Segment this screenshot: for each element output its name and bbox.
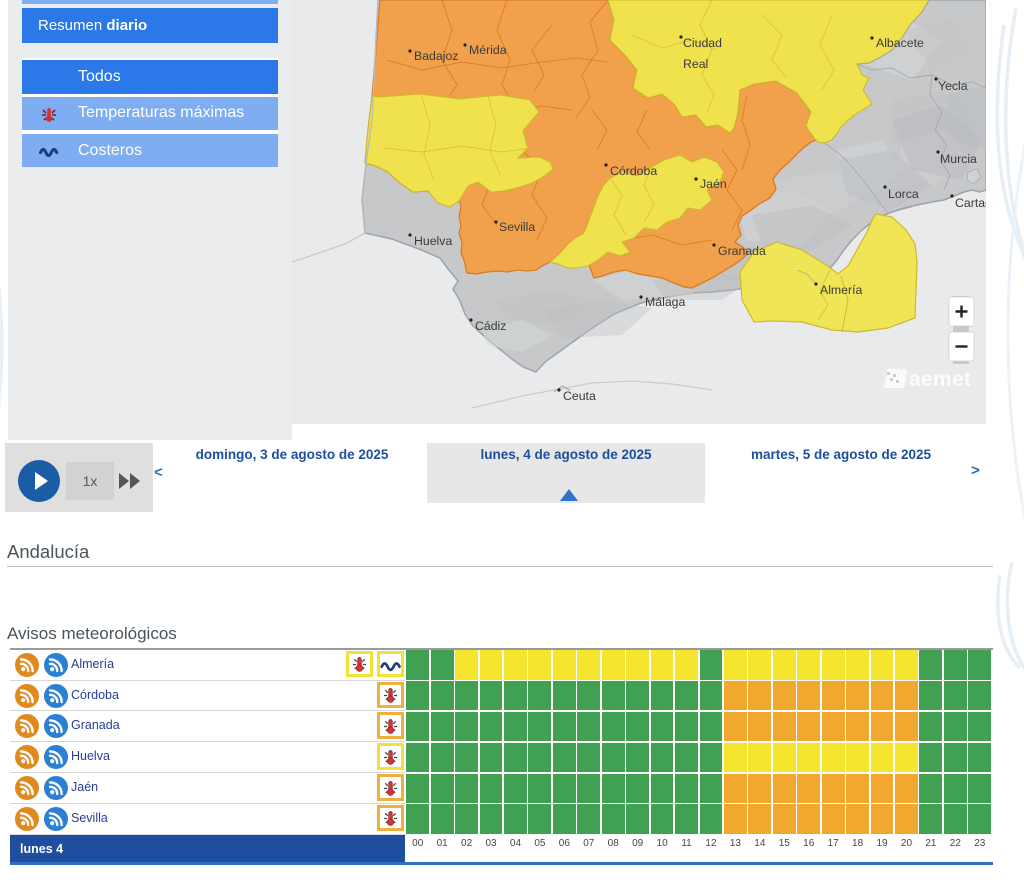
svg-text:Yecla: Yecla (938, 79, 968, 93)
svg-text:Huelva: Huelva (414, 234, 452, 248)
svg-text:Albacete: Albacete (876, 36, 924, 50)
svg-text:Málaga: Málaga (645, 295, 685, 309)
svg-text:Sevilla: Sevilla (499, 220, 535, 234)
svg-text:Granada: Granada (718, 244, 766, 258)
svg-text:Mérida: Mérida (469, 43, 507, 57)
svg-text:Córdoba: Córdoba (610, 164, 657, 178)
svg-text:Badajoz: Badajoz (414, 49, 458, 63)
svg-text:Real: Real (683, 57, 708, 71)
svg-text:aemet: aemet (909, 368, 971, 391)
svg-text:Ceuta: Ceuta (563, 389, 596, 403)
svg-text:Jaén: Jaén (700, 177, 727, 191)
svg-text:Cádiz: Cádiz (475, 319, 506, 333)
svg-text:Almería: Almería (820, 283, 863, 297)
svg-text:Lorca: Lorca (888, 187, 919, 201)
svg-text:Cartag: Cartag (955, 196, 986, 210)
svg-text:Murcia: Murcia (940, 152, 977, 166)
svg-text:Ciudad: Ciudad (683, 36, 722, 50)
